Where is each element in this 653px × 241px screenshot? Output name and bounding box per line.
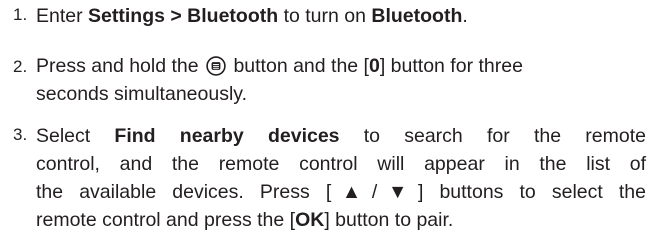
step-number: 3. bbox=[13, 125, 28, 144]
text-fragment: ] button for three bbox=[379, 55, 523, 77]
step-number: 2. bbox=[13, 57, 28, 76]
text-fragment: . bbox=[462, 5, 468, 27]
step-text: Enter Settings > Bluetooth to turn on Bl… bbox=[36, 2, 646, 30]
menu-path: Settings > Bluetooth bbox=[88, 5, 279, 27]
step-line: Press and hold the button and the [0] bu… bbox=[36, 52, 646, 80]
step-line: control, and the remote control will app… bbox=[36, 153, 646, 175]
text-fragment: remote control and press the [ bbox=[36, 209, 296, 231]
step-number: 1. bbox=[13, 5, 28, 24]
text-fragment: Select bbox=[36, 125, 115, 147]
text-fragment: ] button to pair. bbox=[324, 209, 454, 231]
step-line: Enter Settings > Bluetooth to turn on Bl… bbox=[36, 2, 646, 30]
text-fragment: to turn on bbox=[278, 5, 372, 27]
step-line: the available devices. Press [▲/▼] butto… bbox=[36, 181, 646, 203]
menu-icon bbox=[206, 56, 226, 76]
text-fragment: Press and hold the bbox=[36, 55, 205, 77]
step-line: Select Find nearby devices to search for… bbox=[36, 122, 646, 150]
step-line: seconds simultaneously. bbox=[36, 83, 247, 105]
step-line: remote control and press the [OK] button… bbox=[36, 206, 646, 234]
step-text: Press and hold the button and the [0] bu… bbox=[36, 52, 646, 108]
text-fragment: button and the [ bbox=[228, 55, 369, 77]
button-key: OK bbox=[295, 209, 325, 231]
text-fragment: to search for the remote bbox=[339, 125, 646, 147]
step-text: Select Find nearby devices to search for… bbox=[36, 122, 646, 234]
text-fragment: Enter bbox=[36, 5, 89, 27]
menu-option: Find nearby devices bbox=[114, 125, 340, 147]
setting-name: Bluetooth bbox=[371, 5, 463, 27]
button-key: 0 bbox=[368, 55, 380, 77]
